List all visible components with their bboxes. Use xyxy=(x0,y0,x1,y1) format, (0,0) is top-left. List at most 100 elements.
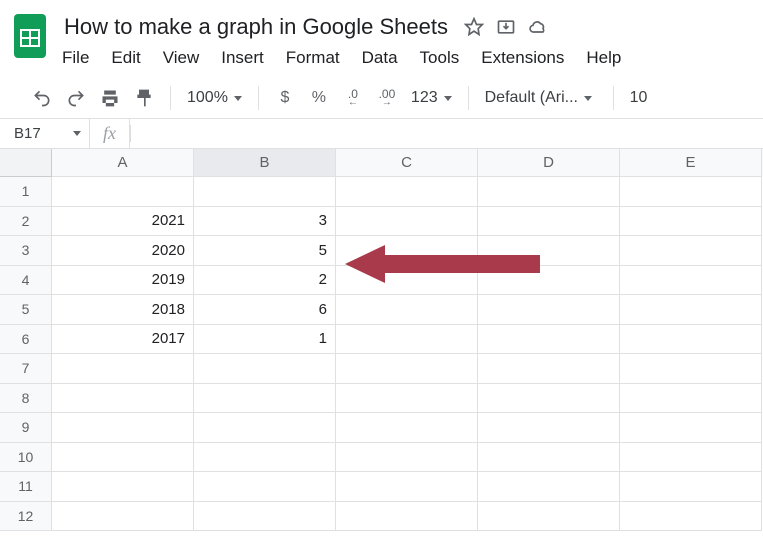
menu-format[interactable]: Format xyxy=(284,46,342,70)
undo-button[interactable] xyxy=(28,84,56,112)
cell[interactable] xyxy=(478,295,620,325)
cell[interactable] xyxy=(478,266,620,296)
cell[interactable] xyxy=(336,502,478,532)
cell[interactable]: 2017 xyxy=(52,325,194,355)
cell[interactable] xyxy=(478,354,620,384)
print-button[interactable] xyxy=(96,84,124,112)
row-header[interactable]: 1 xyxy=(0,177,52,207)
cell[interactable]: 5 xyxy=(194,236,336,266)
column-header-E[interactable]: E xyxy=(620,149,762,177)
zoom-select[interactable]: 100% xyxy=(183,89,246,107)
cell[interactable] xyxy=(52,472,194,502)
more-formats-button[interactable]: 123 xyxy=(407,89,456,107)
cell[interactable] xyxy=(620,472,762,502)
cell[interactable]: 2018 xyxy=(52,295,194,325)
font-size-input[interactable]: 10 xyxy=(626,89,652,107)
row-header[interactable]: 8 xyxy=(0,384,52,414)
cell[interactable] xyxy=(52,502,194,532)
paint-format-button[interactable] xyxy=(130,84,158,112)
cell[interactable] xyxy=(52,413,194,443)
cell[interactable]: 2020 xyxy=(52,236,194,266)
row-header[interactable]: 7 xyxy=(0,354,52,384)
cell[interactable] xyxy=(336,384,478,414)
cell[interactable] xyxy=(52,443,194,473)
cell[interactable]: 1 xyxy=(194,325,336,355)
cell[interactable] xyxy=(478,325,620,355)
cell[interactable] xyxy=(336,177,478,207)
cell[interactable] xyxy=(194,472,336,502)
cell[interactable] xyxy=(336,266,478,296)
row-header[interactable]: 3 xyxy=(0,236,52,266)
redo-button[interactable] xyxy=(62,84,90,112)
column-header-A[interactable]: A xyxy=(52,149,194,177)
column-header-C[interactable]: C xyxy=(336,149,478,177)
cell[interactable] xyxy=(336,207,478,237)
cloud-status-icon[interactable] xyxy=(528,17,548,37)
currency-format-button[interactable]: $ xyxy=(271,84,299,112)
cell[interactable] xyxy=(620,236,762,266)
row-header[interactable]: 11 xyxy=(0,472,52,502)
row-header[interactable]: 4 xyxy=(0,266,52,296)
cell[interactable] xyxy=(620,325,762,355)
cell[interactable] xyxy=(478,413,620,443)
cell[interactable] xyxy=(478,177,620,207)
cell[interactable] xyxy=(336,443,478,473)
cell[interactable]: 2 xyxy=(194,266,336,296)
cell[interactable]: 3 xyxy=(194,207,336,237)
column-header-B[interactable]: B xyxy=(194,149,336,177)
row-header[interactable]: 10 xyxy=(0,443,52,473)
menu-file[interactable]: File xyxy=(60,46,91,70)
menu-help[interactable]: Help xyxy=(584,46,623,70)
cell[interactable] xyxy=(194,443,336,473)
row-header[interactable]: 5 xyxy=(0,295,52,325)
cell[interactable]: 6 xyxy=(194,295,336,325)
cell[interactable] xyxy=(336,413,478,443)
row-header[interactable]: 9 xyxy=(0,413,52,443)
row-header[interactable]: 12 xyxy=(0,502,52,532)
cell[interactable] xyxy=(620,413,762,443)
cell[interactable] xyxy=(620,266,762,296)
menu-insert[interactable]: Insert xyxy=(219,46,266,70)
row-header[interactable]: 6 xyxy=(0,325,52,355)
cell[interactable] xyxy=(620,502,762,532)
sheets-logo[interactable] xyxy=(10,10,50,62)
cell[interactable] xyxy=(620,443,762,473)
cell[interactable] xyxy=(194,413,336,443)
cell[interactable] xyxy=(478,236,620,266)
cell[interactable] xyxy=(52,177,194,207)
cell[interactable] xyxy=(194,502,336,532)
name-box[interactable]: B17 xyxy=(0,119,90,148)
increase-decimal-button[interactable]: .00 → xyxy=(373,84,401,112)
star-icon[interactable] xyxy=(464,17,484,37)
move-icon[interactable] xyxy=(496,17,516,37)
cell[interactable] xyxy=(620,207,762,237)
cell[interactable] xyxy=(620,354,762,384)
row-header[interactable]: 2 xyxy=(0,207,52,237)
cell[interactable] xyxy=(620,384,762,414)
cell[interactable] xyxy=(194,177,336,207)
column-header-D[interactable]: D xyxy=(478,149,620,177)
menu-view[interactable]: View xyxy=(161,46,202,70)
menu-edit[interactable]: Edit xyxy=(109,46,142,70)
cell[interactable]: 2019 xyxy=(52,266,194,296)
menu-tools[interactable]: Tools xyxy=(418,46,462,70)
cell[interactable] xyxy=(478,472,620,502)
cell[interactable] xyxy=(52,384,194,414)
cell[interactable] xyxy=(620,177,762,207)
cell[interactable] xyxy=(478,502,620,532)
cell[interactable] xyxy=(194,384,336,414)
font-family-select[interactable]: Default (Ari... xyxy=(481,89,601,107)
decrease-decimal-button[interactable]: .0 ← xyxy=(339,84,367,112)
cell[interactable] xyxy=(620,295,762,325)
cell[interactable] xyxy=(478,207,620,237)
menu-extensions[interactable]: Extensions xyxy=(479,46,566,70)
cell[interactable] xyxy=(336,472,478,502)
cell[interactable] xyxy=(52,354,194,384)
percent-format-button[interactable]: % xyxy=(305,84,333,112)
cell[interactable] xyxy=(336,236,478,266)
cell[interactable] xyxy=(336,354,478,384)
cell[interactable] xyxy=(336,325,478,355)
formula-input[interactable] xyxy=(131,119,763,148)
document-title-input[interactable]: How to make a graph in Google Sheets xyxy=(60,12,452,42)
select-all-corner[interactable] xyxy=(0,149,52,177)
